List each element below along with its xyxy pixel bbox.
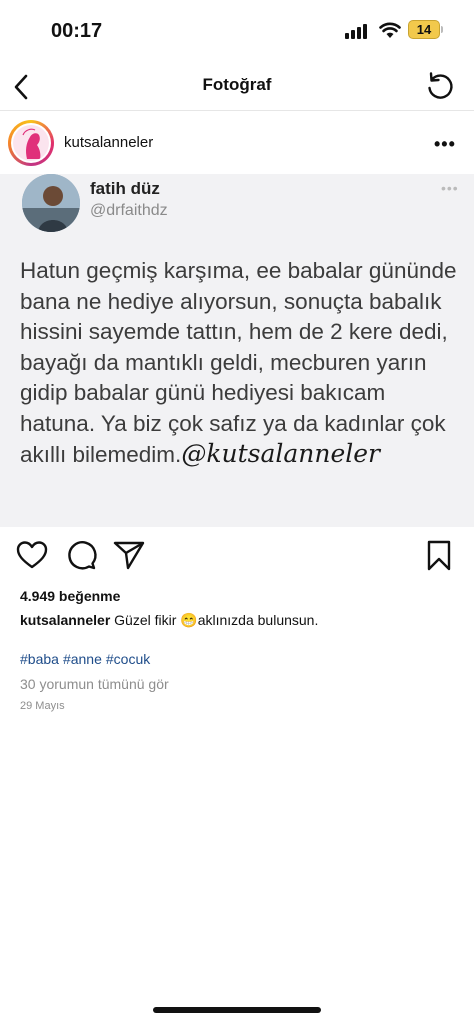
nav-bar: Fotoğraf [0, 62, 474, 111]
caption-text: Güzel fikir 😁aklınızda bulunsun. [114, 612, 319, 628]
home-indicator[interactable] [153, 1007, 321, 1013]
hashtag-link[interactable]: #cocuk [106, 651, 150, 667]
comment-icon[interactable] [63, 537, 99, 573]
page-title: Fotoğraf [202, 75, 272, 94]
caption-username[interactable]: kutsalanneler [20, 612, 110, 628]
hashtags: #baba #anne #cocuk [20, 651, 154, 667]
heart-icon[interactable] [14, 537, 50, 573]
status-bar: 00:17 14 [0, 0, 474, 62]
refresh-icon[interactable] [423, 70, 457, 104]
like-count[interactable]: 4.949 beğenme [20, 588, 120, 604]
bookmark-icon[interactable] [421, 537, 457, 573]
share-icon[interactable] [111, 537, 147, 573]
profile-silhouette-icon [22, 128, 41, 159]
tweet-author-name: fatih düz [90, 179, 160, 198]
post-caption: kutsalanneler Güzel fikir 😁aklınızda bul… [20, 612, 318, 629]
post-date: 29 Mayıs [20, 700, 65, 712]
tweet-text: Hatun geçmiş karşıma, ee babalar gününde… [20, 256, 460, 471]
post-image[interactable]: fatih düz @drfaithdz ••• Hatun geçmiş ka… [0, 174, 474, 527]
battery-cap [441, 26, 443, 33]
wifi-icon [379, 22, 401, 38]
tweet-author-handle: @drfaithdz [90, 202, 168, 219]
tweet-author-avatar [22, 174, 80, 232]
post-header: kutsalanneler ••• [0, 112, 474, 174]
tweet-more-icon: ••• [441, 180, 459, 196]
status-time: 00:17 [51, 20, 103, 42]
hashtag-link[interactable]: #anne [63, 651, 102, 667]
tweet-body: Hatun geçmiş karşıma, ee babalar gününde… [20, 258, 457, 467]
post-actions [0, 537, 474, 581]
battery-icon: 14 [408, 20, 440, 39]
view-all-comments-link[interactable]: 30 yorumun tümünü gör [20, 676, 169, 692]
watermark: @kutsalanneler [181, 439, 380, 468]
cellular-signal-icon [345, 23, 371, 39]
hashtag-link[interactable]: #baba [20, 651, 59, 667]
more-options-icon[interactable]: ••• [434, 134, 456, 155]
post-username[interactable]: kutsalanneler [64, 134, 153, 151]
avatar[interactable] [8, 120, 54, 166]
